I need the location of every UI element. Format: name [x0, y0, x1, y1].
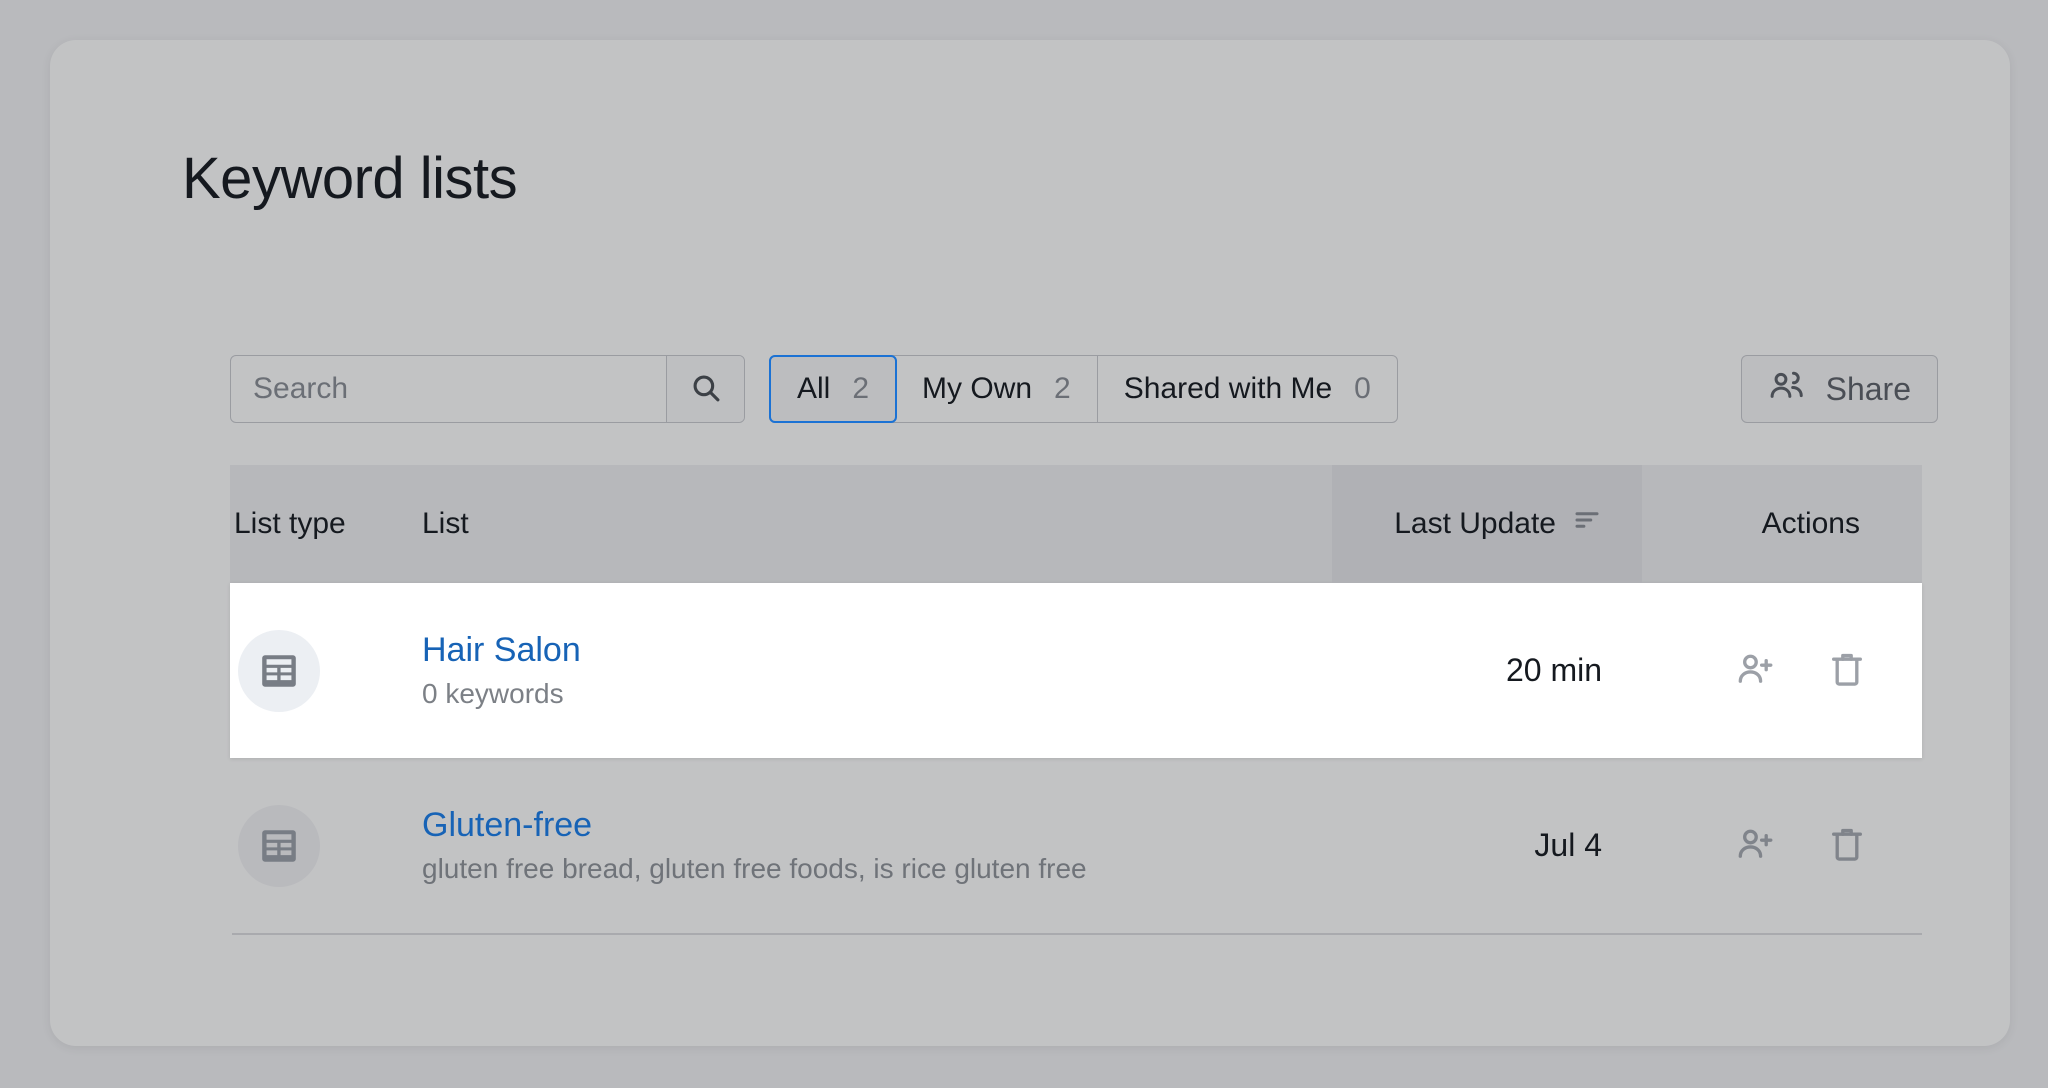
share-list-button[interactable] — [1732, 648, 1778, 694]
row-last-update-cell: Jul 4 — [1332, 827, 1642, 864]
table-row[interactable]: Hair Salon 0 keywords 20 min — [230, 583, 1922, 758]
column-header-last-update-label: Last Update — [1394, 507, 1556, 540]
table-row[interactable]: Gluten-free gluten free bread, gluten fr… — [230, 758, 1922, 933]
sort-descending-icon — [1572, 505, 1602, 543]
share-list-button[interactable] — [1732, 823, 1778, 869]
delete-list-button[interactable] — [1824, 823, 1870, 869]
column-header-actions: Actions — [1761, 507, 1860, 540]
tab-shared-with-me-count: 0 — [1354, 372, 1371, 405]
row-list-cell: Hair Salon 0 keywords — [400, 631, 1332, 710]
tab-all-count: 2 — [852, 372, 870, 405]
tab-my-own-label: My Own — [922, 372, 1033, 405]
search-button[interactable] — [666, 356, 744, 422]
keyword-lists-card: Keyword lists All 2 My Own 2 — [50, 40, 2010, 1046]
last-update-value: Jul 4 — [1534, 827, 1602, 863]
row-list-cell: Gluten-free gluten free bread, gluten fr… — [400, 806, 1332, 885]
trash-icon — [1826, 648, 1868, 693]
column-header-last-update[interactable]: Last Update — [1332, 465, 1642, 583]
share-button-label: Share — [1825, 370, 1911, 407]
search-box — [230, 355, 745, 423]
table-list-icon — [238, 804, 320, 887]
toolbar: All 2 My Own 2 Shared with Me 0 — [180, 315, 1938, 423]
tab-all[interactable]: All 2 — [769, 355, 898, 423]
keyword-lists-table: List type List Last Update Actions Hair … — [230, 465, 1922, 935]
search-icon — [689, 371, 723, 408]
table-header-row: List type List Last Update Actions — [230, 465, 1922, 583]
table-list-icon — [238, 629, 320, 712]
row-list-type-cell — [230, 804, 400, 887]
last-update-value: 20 min — [1505, 652, 1602, 688]
tab-my-own[interactable]: My Own 2 — [896, 356, 1098, 422]
list-name-link[interactable]: Gluten-free — [422, 806, 1332, 845]
row-list-type-cell — [230, 629, 400, 712]
list-keywords-text: 0 keywords — [422, 678, 564, 709]
trash-icon — [1826, 823, 1868, 868]
row-actions-cell — [1642, 648, 1922, 694]
list-name-link[interactable]: Hair Salon — [422, 631, 1332, 670]
row-last-update-cell: 20 min — [1332, 652, 1642, 689]
delete-list-button[interactable] — [1824, 648, 1870, 694]
column-header-list-type: List type — [234, 507, 346, 540]
table-row-divider — [232, 933, 1922, 935]
list-keywords-text: gluten free bread, gluten free foods, is… — [422, 853, 1087, 884]
tab-shared-with-me[interactable]: Shared with Me 0 — [1098, 356, 1397, 422]
tab-all-label: All — [797, 372, 831, 405]
search-input[interactable] — [231, 356, 666, 422]
people-share-icon — [1768, 366, 1806, 412]
row-actions-cell — [1642, 823, 1922, 869]
tab-shared-with-me-label: Shared with Me — [1123, 372, 1333, 405]
person-add-icon — [1734, 648, 1776, 693]
column-header-list: List — [422, 507, 469, 540]
tab-my-own-count: 2 — [1054, 372, 1071, 405]
share-button[interactable]: Share — [1740, 355, 1938, 423]
filter-tabs: All 2 My Own 2 Shared with Me 0 — [769, 355, 1398, 423]
page-title: Keyword lists — [182, 146, 518, 211]
person-add-icon — [1734, 823, 1776, 868]
